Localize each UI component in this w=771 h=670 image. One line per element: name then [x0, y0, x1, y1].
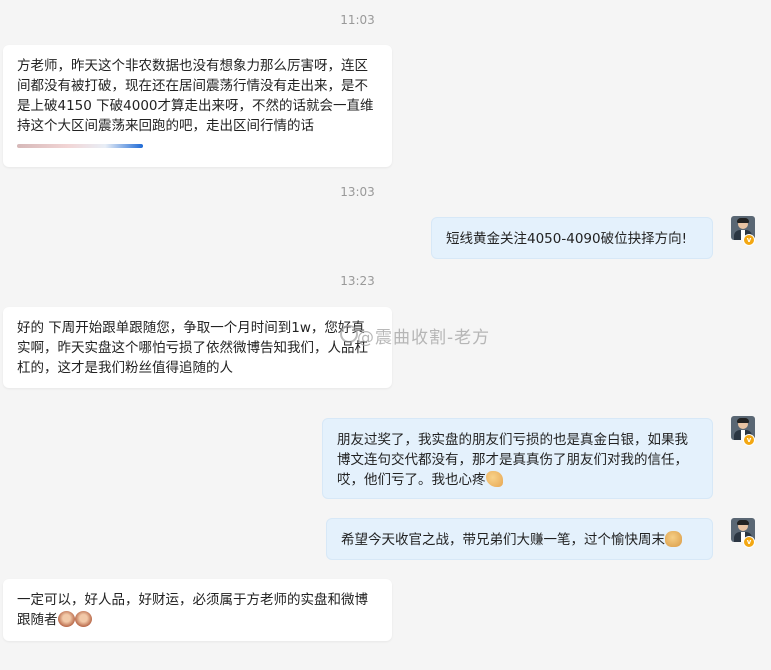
verified-badge-icon: v [743, 434, 755, 446]
message-bubble-outgoing[interactable]: 希望今天收官之战，带兄弟们大赚一笔，过个愉快周末 [326, 518, 713, 560]
verified-badge-icon: v [743, 536, 755, 548]
redacted-link[interactable] [17, 144, 143, 148]
message-bubble-outgoing[interactable]: 短线黄金关注4050-4090破位抉择方向! [431, 217, 713, 259]
watermark-logo-icon [340, 325, 358, 343]
message-text: 短线黄金关注4050-4090破位抉择方向! [446, 231, 687, 247]
monkey-icon [57, 611, 75, 627]
verified-badge-icon: v [743, 234, 755, 246]
timestamp: 13:23 [340, 274, 375, 288]
fist-icon [665, 531, 682, 547]
message-bubble-incoming[interactable]: 好的 下周开始跟单跟随您，争取一个月时间到1w，您好真实啊，昨天实盘这个哪怕亏损… [3, 307, 392, 388]
message-text: 希望今天收官之战，带兄弟们大赚一笔，过个愉快周末 [341, 532, 665, 548]
palms-icon [485, 471, 503, 487]
timestamp: 13:03 [340, 185, 375, 199]
message-text: 方老师，昨天这个非农数据也没有想象力那么厉害呀，连区间都没有被打破，现在还在居间… [17, 58, 374, 134]
message-bubble-incoming[interactable]: 一定可以，好人品，好财运，必须属于方老师的实盘和微博跟随者 [3, 579, 392, 641]
message-bubble-incoming[interactable]: 方老师，昨天这个非农数据也没有想象力那么厉害呀，连区间都没有被打破，现在还在居间… [3, 45, 392, 167]
message-text: 好的 下周开始跟单跟随您，争取一个月时间到1w，您好真实啊，昨天实盘这个哪怕亏损… [17, 320, 368, 376]
monkey-icon [74, 611, 92, 627]
timestamp: 11:03 [340, 13, 375, 27]
message-bubble-outgoing[interactable]: 朋友过奖了，我实盘的朋友们亏损的也是真金白银，如果我博文连句交代都没有，那才是真… [322, 418, 713, 499]
message-text: 朋友过奖了，我实盘的朋友们亏损的也是真金白银，如果我博文连句交代都没有，那才是真… [337, 432, 688, 488]
